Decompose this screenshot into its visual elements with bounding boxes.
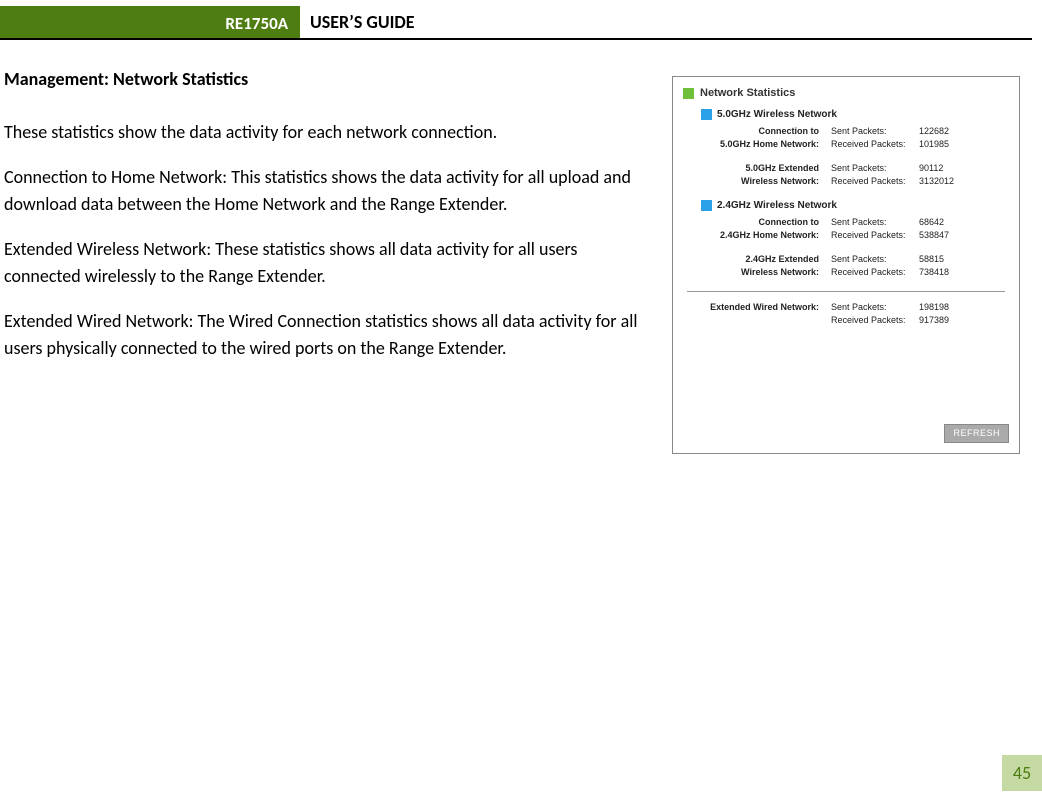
paragraph-extended-wired: Extended Wired Network: The Wired Connec… (4, 308, 654, 362)
refresh-button[interactable]: REFRESH (944, 424, 1009, 443)
divider-line (687, 291, 1005, 292)
conn24-line2: 2.4GHz Home Network: (697, 230, 827, 240)
sent-label: Sent Packets: (827, 126, 917, 136)
ext5-sent-value: 90112 (917, 163, 977, 173)
ext5-line2: Wireless Network: (697, 176, 827, 186)
square-blue-icon (701, 109, 712, 120)
home5-sent-value: 122682 (917, 126, 977, 136)
ext5-line1: 5.0GHz Extended (697, 163, 827, 173)
ext5-recv-value: 3132012 (917, 176, 977, 186)
panel-title-row: Network Statistics (683, 87, 1013, 99)
content-area: Management: Network Statistics These sta… (0, 40, 1042, 454)
stat-block-5ghz-ext: 5.0GHz Extended Sent Packets: 90112 Wire… (697, 163, 1013, 186)
sent-label: Sent Packets: (827, 254, 917, 264)
recv-label: Received Packets: (827, 176, 917, 186)
document-header: RE1750A USER’S GUIDE (0, 6, 1032, 40)
recv-label: Received Packets: (827, 315, 917, 325)
wired-sent-value: 198198 (917, 302, 977, 312)
wired-label: Extended Wired Network: (697, 302, 827, 312)
home24-recv-value: 538847 (917, 230, 977, 240)
section-5ghz-label: 5.0GHz Wireless Network (717, 109, 837, 120)
paragraph-extended-wireless: Extended Wireless Network: These statist… (4, 236, 654, 290)
section-24ghz-label: 2.4GHz Wireless Network (717, 200, 837, 211)
ext24-line1: 2.4GHz Extended (697, 254, 827, 264)
header-model: RE1750A (0, 6, 300, 38)
page-number: 45 (1002, 755, 1042, 791)
square-blue-icon (701, 200, 712, 211)
wired-recv-value: 917389 (917, 315, 977, 325)
ext24-line2: Wireless Network: (697, 267, 827, 277)
ext24-recv-value: 738418 (917, 267, 977, 277)
paragraph-home-network: Connection to Home Network: This statist… (4, 164, 654, 218)
recv-label: Received Packets: (827, 139, 917, 149)
ext24-sent-value: 58815 (917, 254, 977, 264)
home24-sent-value: 68642 (917, 217, 977, 227)
section-heading: Management: Network Statistics (4, 66, 654, 93)
sent-label: Sent Packets: (827, 163, 917, 173)
section-24ghz-heading: 2.4GHz Wireless Network (701, 200, 1013, 211)
conn5-line1: Connection to (697, 126, 827, 136)
conn5-line2: 5.0GHz Home Network: (697, 139, 827, 149)
sent-label: Sent Packets: (827, 217, 917, 227)
conn24-line1: Connection to (697, 217, 827, 227)
stat-block-wired: Extended Wired Network: Sent Packets: 19… (697, 302, 1013, 325)
square-green-icon (683, 88, 694, 99)
section-5ghz-heading: 5.0GHz Wireless Network (701, 109, 1013, 120)
stat-block-24ghz-ext: 2.4GHz Extended Sent Packets: 58815 Wire… (697, 254, 1013, 277)
text-column: Management: Network Statistics These sta… (4, 66, 654, 380)
paragraph-intro: These statistics show the data activity … (4, 119, 654, 146)
home5-recv-value: 101985 (917, 139, 977, 149)
stat-block-5ghz-home: Connection to Sent Packets: 122682 5.0GH… (697, 126, 1013, 149)
blank-cell (697, 315, 827, 325)
panel-title: Network Statistics (700, 87, 795, 99)
network-statistics-panel: Network Statistics 5.0GHz Wireless Netwo… (672, 76, 1020, 454)
recv-label: Received Packets: (827, 267, 917, 277)
sent-label: Sent Packets: (827, 302, 917, 312)
stat-block-24ghz-home: Connection to Sent Packets: 68642 2.4GHz… (697, 217, 1013, 240)
header-guide-title: USER’S GUIDE (300, 6, 425, 38)
recv-label: Received Packets: (827, 230, 917, 240)
